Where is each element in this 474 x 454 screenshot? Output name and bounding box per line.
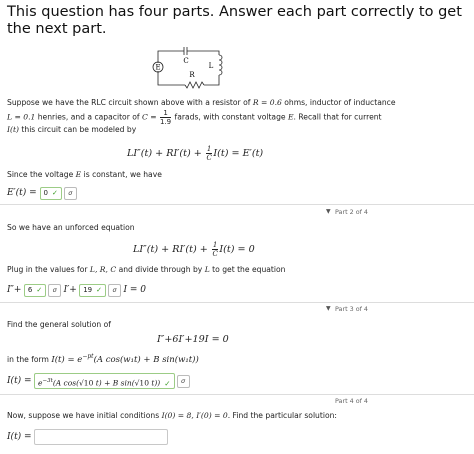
part3-text: Find the general solution of <box>7 320 111 329</box>
part2-text: So we have an unforced equation <box>7 223 135 232</box>
intro-line-3: I(t) this circuit can be modeled by <box>7 125 137 134</box>
part2-answer-row: I″+ 6 ✓ σ I′+ 19 ✓ σ I = 0 <box>7 283 146 297</box>
rlc-equation: LI″(t) + RI′(t) + 1 C I(t) = E′(t) <box>127 145 264 162</box>
question-title: This question has four parts. Answer eac… <box>7 4 462 37</box>
divider <box>0 204 474 205</box>
check-icon: ✓ <box>164 378 171 388</box>
part3-form-text: in the form I(t) = e−pt(A cos(w₁t) + B s… <box>7 353 199 365</box>
part4-text: Now, suppose we have initial conditions … <box>7 411 337 420</box>
part2-label: Part 2 of 4 <box>334 208 368 216</box>
check-icon: ✓ <box>36 285 43 294</box>
ode-equation: I″+6I′+19I = 0 <box>157 334 229 345</box>
check-icon: ✓ <box>96 285 103 294</box>
capacitor-label: C <box>183 57 188 65</box>
part4-answer-input[interactable] <box>34 429 169 445</box>
part2-answer-input-1[interactable]: 6 ✓ <box>23 283 47 297</box>
part3-answer-row: I(t) = e−3t(A cos(√10 t) + B sin(√10 t))… <box>7 373 190 389</box>
divider <box>0 394 474 395</box>
part4-label: Part 4 of 4 <box>334 397 368 405</box>
part1-answer-row: E′(t) = 0 ✓ σ <box>7 186 77 200</box>
keyboard-icon[interactable]: σ <box>63 186 77 200</box>
keyboard-icon[interactable]: σ <box>108 283 122 297</box>
keyboard-icon[interactable]: σ <box>176 374 190 388</box>
divider <box>0 302 474 303</box>
unforced-equation: LI″(t) + RI′(t) + 1 C I(t) = 0 <box>133 241 255 258</box>
collapse-triangle-icon[interactable]: ▼ <box>326 305 331 312</box>
part1-text: Since the voltage E is constant, we have <box>7 170 162 179</box>
rlc-circuit-diagram: E C L R <box>152 47 223 89</box>
part1-answer-input[interactable]: 0 ✓ <box>39 186 62 200</box>
keyboard-icon[interactable]: σ <box>48 283 62 297</box>
inductor-label: L <box>209 62 214 70</box>
part2-plug-text: Plug in the values for L, R, C and divid… <box>7 265 286 274</box>
part2-answer-input-2[interactable]: 19 ✓ <box>79 283 107 297</box>
source-label: E <box>155 64 160 72</box>
resistor-label: R <box>189 71 195 79</box>
intro-line-1: Suppose we have the RLC circuit shown ab… <box>7 98 396 107</box>
collapse-triangle-icon[interactable]: ▼ <box>326 208 331 215</box>
part4-answer-row: I(t) = <box>7 429 169 445</box>
check-icon: ✓ <box>51 188 58 197</box>
part3-answer-input[interactable]: e−3t(A cos(√10 t) + B sin(√10 t)) ✓ <box>34 373 175 389</box>
part3-label: Part 3 of 4 <box>334 305 368 313</box>
